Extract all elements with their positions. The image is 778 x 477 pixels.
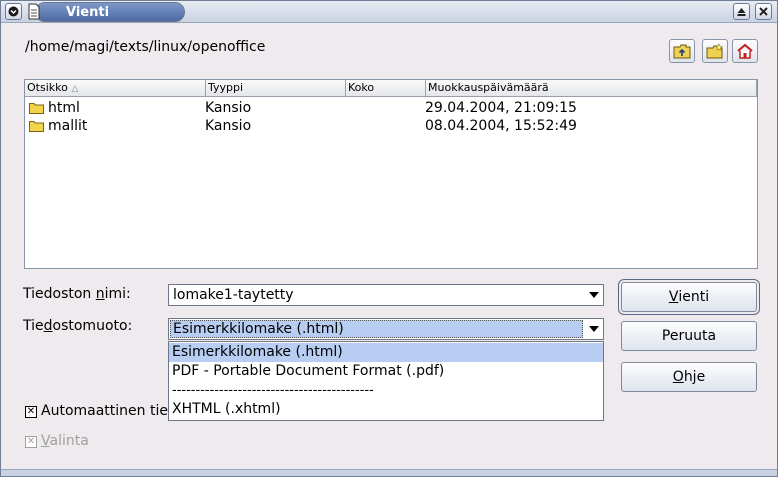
file-list[interactable]: Otsikko △ Tyyppi Koko Muokkauspäivämäärä… <box>24 79 758 269</box>
document-icon <box>28 3 40 20</box>
selection-label: Valinta <box>41 433 89 449</box>
filename-dropdown-button[interactable] <box>585 285 603 305</box>
new-folder-button[interactable] <box>702 39 728 63</box>
file-modified: 29.04.2004, 21:09:15 <box>425 100 577 116</box>
export-dialog: Vienti /home/magi/texts/linux/openoffice <box>0 0 778 477</box>
current-path: /home/magi/texts/linux/openoffice <box>25 39 266 55</box>
folder-icon <box>29 121 44 132</box>
file-name: html <box>48 100 80 116</box>
file-row[interactable]: html Kansio 29.04.2004, 21:09:15 <box>25 99 757 117</box>
up-level-button[interactable] <box>669 39 695 63</box>
filetype-selected-value: Esimerkkilomake (.html) <box>173 321 344 337</box>
selection-checkbox: ✕ <box>25 436 37 448</box>
title-bar: Vienti <box>1 1 777 23</box>
shade-up-icon <box>737 8 746 16</box>
file-row[interactable]: mallit Kansio 08.04.2004, 15:52:49 <box>25 117 757 135</box>
chevron-down-icon <box>8 6 19 17</box>
window-title-pill: Vienti <box>35 2 185 22</box>
window-title: Vienti <box>66 4 110 20</box>
file-type: Kansio <box>205 118 252 134</box>
window-bottom-border <box>1 469 777 476</box>
file-name: mallit <box>48 118 88 134</box>
folder-up-icon <box>673 44 691 59</box>
shade-button[interactable] <box>733 3 750 20</box>
caret-down-icon <box>589 326 599 332</box>
close-button[interactable] <box>755 3 772 20</box>
column-header-modified[interactable]: Muokkauspäivämäärä <box>426 80 757 97</box>
window-menu-button[interactable] <box>5 3 22 20</box>
auto-extension-label: Automaattinen tie <box>41 403 168 419</box>
filetype-label: Tiedostomuoto: <box>23 318 133 334</box>
filetype-combobox[interactable]: Esimerkkilomake (.html) <box>168 318 604 340</box>
auto-extension-checkbox[interactable]: ✕ <box>25 406 37 418</box>
home-icon <box>737 43 753 59</box>
filetype-option-separator: ----------------------------------------… <box>172 383 374 398</box>
home-button[interactable] <box>732 39 758 63</box>
caret-down-icon <box>589 292 599 298</box>
filename-label: Tiedoston nimi: <box>23 286 131 302</box>
filetype-dropdown-list[interactable]: Esimerkkilomake (.html) PDF - Portable D… <box>168 341 604 421</box>
file-modified: 08.04.2004, 15:52:49 <box>425 118 577 134</box>
export-button[interactable]: Vienti <box>618 279 760 315</box>
file-type: Kansio <box>205 100 252 116</box>
filename-input[interactable]: lomake1-taytetty <box>173 286 294 305</box>
column-header-type[interactable]: Tyyppi <box>206 80 346 97</box>
folder-icon <box>29 103 44 114</box>
column-header-size[interactable]: Koko <box>346 80 426 97</box>
new-folder-icon <box>706 43 723 59</box>
column-header-title[interactable]: Otsikko △ <box>25 80 206 97</box>
cancel-button[interactable]: Peruuta <box>621 321 757 351</box>
sort-ascending-icon: △ <box>71 84 79 94</box>
help-button[interactable]: Ohje <box>621 362 757 392</box>
filetype-option[interactable]: Esimerkkilomake (.html) <box>169 343 603 362</box>
filetype-option[interactable]: PDF - Portable Document Format (.pdf) <box>169 362 603 381</box>
filetype-option[interactable]: XHTML (.xhtml) <box>169 400 603 419</box>
filetype-dropdown-button[interactable] <box>585 319 603 339</box>
close-icon <box>759 7 768 16</box>
filename-combobox[interactable]: lomake1-taytetty <box>168 284 604 306</box>
